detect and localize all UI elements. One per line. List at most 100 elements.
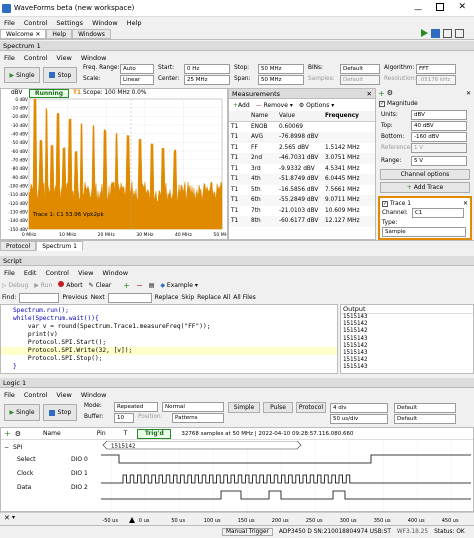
options-button[interactable]: ⚙ Options ▾ — [299, 102, 334, 109]
simple-trigger-button[interactable]: Simple — [228, 402, 260, 413]
menu-help[interactable]: Help — [127, 19, 142, 27]
trigger-position-marker[interactable] — [129, 517, 135, 523]
next-button[interactable]: Next — [91, 294, 105, 301]
logic-menu-view[interactable]: View — [56, 391, 71, 399]
script-menu-view[interactable]: View — [78, 269, 93, 277]
replace-input[interactable] — [107, 292, 152, 303]
abort-button[interactable]: Abort — [58, 281, 83, 289]
code-line[interactable]: Spectrum.run(); — [13, 307, 337, 315]
magnitude-checkbox[interactable]: ✓ — [379, 101, 385, 107]
stop-freq-input[interactable]: 50 MHz — [258, 64, 304, 74]
spectrum-plot[interactable]: dBV Running T1 Scope: 100 MHz 0.0% 0 dBV… — [0, 88, 228, 240]
table-row[interactable]: T1 FF 2.565 dBV 1.5142 MHz — [229, 143, 375, 154]
spectrum-stop-button[interactable]: Stop — [43, 67, 77, 83]
tab-spectrum-1[interactable]: Spectrum 1 — [36, 241, 83, 251]
minimize-icon[interactable]: — — [414, 5, 422, 14]
logic-waveforms[interactable]: 1515142 — [101, 441, 473, 511]
protocol-trigger-button[interactable]: Protocol — [296, 402, 326, 413]
spectrum-menu-window[interactable]: Window — [81, 54, 107, 62]
center-input[interactable]: 25 MHz — [184, 75, 230, 85]
remove-icon[interactable]: − — [136, 281, 143, 290]
logic-menu-window[interactable]: Window — [81, 391, 107, 399]
code-line[interactable]: Protocol.SPI.Write(32, [v]); — [1, 347, 337, 355]
table-row[interactable]: T1 ENOB 0.60069 — [229, 122, 375, 133]
add-icon[interactable]: + — [378, 89, 385, 98]
time-base-select[interactable]: 50 us/div — [330, 414, 388, 424]
scale-select[interactable]: Linear — [120, 75, 154, 85]
open-icon[interactable]: ▤ — [149, 282, 155, 289]
units-select[interactable]: dBV — [411, 109, 467, 120]
magnitude-row[interactable]: ✓ Magnitude — [376, 99, 474, 109]
table-row[interactable]: T1 3rd -9.9332 dBV 4.5341 MHz — [229, 164, 375, 175]
tab-protocol[interactable]: Protocol — [0, 241, 37, 251]
maximize-icon[interactable] — [436, 3, 444, 11]
logic-stop-button[interactable]: Stop — [43, 404, 77, 421]
example-button[interactable]: ◆ Example ▾ — [160, 282, 198, 289]
code-line[interactable]: Protocol.SPI.Start(); — [13, 339, 337, 347]
code-line[interactable]: while(Spectrum.wait()){ — [13, 315, 337, 323]
all-files-button[interactable]: All Files — [233, 294, 256, 301]
spectrum-menu-control[interactable]: Control — [24, 54, 48, 62]
reference-input[interactable]: 1 V — [411, 142, 467, 153]
expand-icon[interactable]: − — [4, 444, 9, 451]
time-div-select[interactable]: 4 div — [330, 403, 388, 413]
layout-split-icon[interactable] — [455, 29, 464, 38]
table-row[interactable]: T1 6th -55.2849 dBV 9.0711 MHz — [229, 195, 375, 206]
run-button[interactable]: ▶ Run — [34, 282, 52, 289]
logic-row-spi[interactable]: − SPI — [1, 442, 101, 452]
add-measurement-button[interactable]: +Add — [233, 102, 250, 109]
script-menu-control[interactable]: Control — [45, 269, 69, 277]
manual-trigger-button[interactable]: Manual Trigger — [222, 528, 273, 536]
close-icon[interactable]: ✕ — [463, 200, 468, 207]
spectrum-menu-file[interactable]: File — [4, 54, 15, 62]
logic-single-button[interactable]: ▶ Single — [4, 404, 40, 421]
previous-button[interactable]: Previous — [62, 294, 87, 301]
logic-row-data[interactable]: Data DIO 2 — [1, 482, 101, 492]
column-header-frequency[interactable]: Frequency — [323, 111, 375, 122]
channel-options-button[interactable]: Channel options — [380, 169, 470, 180]
table-row[interactable]: T1 8th -60.6177 dBV 12.127 MHz — [229, 216, 375, 227]
tab-welcome[interactable]: Welcome ✕ — [0, 28, 47, 39]
column-header-value[interactable]: Value — [277, 111, 323, 122]
start-input[interactable]: 0 Hz — [184, 64, 230, 74]
code-line[interactable]: } — [13, 363, 337, 371]
replace-all-button[interactable]: Replace All — [197, 294, 230, 301]
close-icon[interactable]: ✕ — [466, 90, 471, 97]
gear-icon[interactable]: ⚙ — [387, 89, 393, 97]
menu-settings[interactable]: Settings — [56, 19, 83, 27]
workspace-panel-icon[interactable] — [431, 29, 440, 38]
tab-help[interactable]: Help — [46, 28, 73, 39]
run-icon[interactable] — [421, 29, 428, 37]
logic-row-select[interactable]: Select DIO 0 — [1, 454, 101, 464]
clear-button[interactable]: ✎ Clear — [89, 282, 112, 289]
add-channel-icon[interactable]: + — [4, 429, 11, 438]
type-select[interactable]: Sample — [382, 227, 466, 237]
logic-menu-control[interactable]: Control — [24, 391, 48, 399]
code-line[interactable]: Protocol.SPI.Stop(); — [13, 355, 337, 363]
close-icon[interactable]: ✕ — [367, 89, 372, 99]
menu-control[interactable]: Control — [24, 19, 48, 27]
pulse-trigger-button[interactable]: Pulse — [263, 402, 293, 413]
table-row[interactable]: T1 2nd -46.7031 dBV 3.0751 MHz — [229, 153, 375, 164]
top-input[interactable]: 40 dBV — [411, 120, 467, 131]
logic-menu-file[interactable]: File — [4, 391, 15, 399]
script-menu-window[interactable]: Window — [102, 269, 128, 277]
code-line[interactable]: print(v) — [13, 331, 337, 339]
table-row[interactable]: T1 4th -51.8749 dBV 6.0445 MHz — [229, 174, 375, 185]
column-header-name[interactable]: Name — [249, 111, 277, 122]
debug-button[interactable]: ▷ Debug — [2, 282, 28, 289]
layout-icon[interactable] — [443, 29, 452, 38]
trigger-mode-select[interactable]: Normal — [162, 402, 224, 412]
replace-button[interactable]: Replace — [155, 294, 179, 301]
gear-icon[interactable]: ⚙ — [15, 430, 21, 438]
code-line[interactable]: var v = round(Spectrum.Trace1.measureFre… — [13, 323, 337, 331]
table-row[interactable]: T1 5th -16.5856 dBV 7.5661 MHz — [229, 185, 375, 196]
add-trace-button[interactable]: + Add Trace — [380, 182, 470, 193]
bottom-input[interactable]: -160 dBV — [411, 131, 467, 142]
sample-count-select[interactable]: Default — [394, 414, 456, 424]
span-input[interactable]: 50 MHz — [258, 75, 304, 85]
dropdown-icon[interactable]: ▾ — [12, 514, 15, 521]
spectrum-single-button[interactable]: ▶ Single — [4, 67, 40, 83]
channel-select[interactable]: C1 — [412, 208, 464, 218]
close-icon[interactable]: ✕ — [4, 514, 10, 522]
